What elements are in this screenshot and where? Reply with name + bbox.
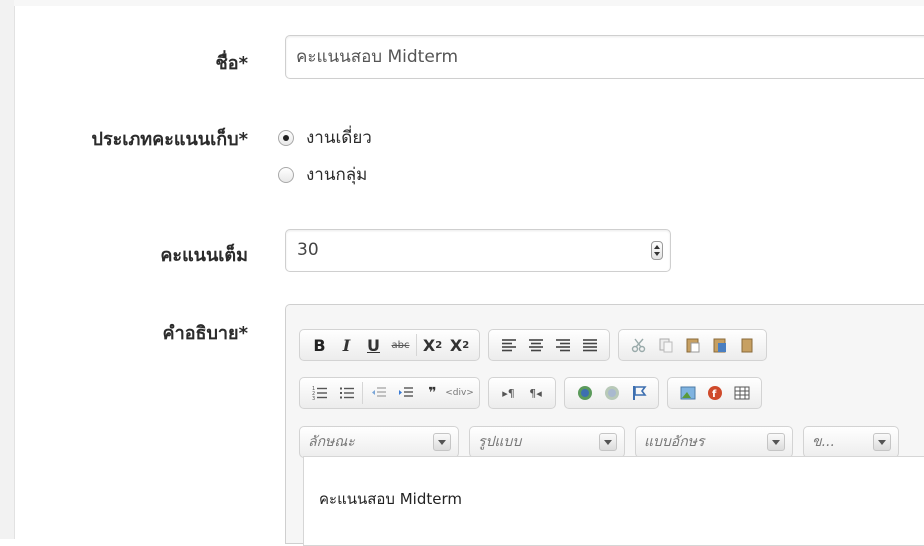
- subscript-button[interactable]: X2: [419, 333, 446, 357]
- radio-button-unchecked[interactable]: [278, 166, 294, 183]
- numbered-list-icon[interactable]: 123: [306, 381, 333, 405]
- radio-option-individual[interactable]: งานเดี่ยว: [278, 124, 372, 151]
- bulleted-list-icon[interactable]: [333, 381, 360, 405]
- cut-icon[interactable]: [625, 333, 652, 357]
- dropdown-arrow-icon[interactable]: [433, 433, 451, 451]
- direction-group: ▸¶ ¶◂: [488, 377, 556, 409]
- paste-word-icon[interactable]: [733, 333, 760, 357]
- radio-button-checked[interactable]: [278, 129, 294, 146]
- description-label: คำอธิบาย*: [162, 323, 248, 344]
- radio-option-group[interactable]: งานกลุ่ม: [278, 161, 367, 188]
- separator: [362, 382, 363, 404]
- format-dropdown-label: รูปแบบ: [478, 434, 522, 450]
- dropdown-arrow-icon[interactable]: [873, 433, 891, 451]
- bold-button[interactable]: B: [306, 333, 333, 357]
- number-stepper[interactable]: [651, 241, 663, 260]
- name-label: ชื่อ*: [215, 53, 248, 74]
- editor-content-area[interactable]: คะแนนสอบ Midterm: [303, 456, 924, 546]
- top-edge: [14, 0, 924, 6]
- align-justify-icon[interactable]: [576, 333, 603, 357]
- styles-dropdown-label: ลักษณะ: [308, 434, 355, 450]
- blockquote-icon[interactable]: ❞: [419, 381, 446, 405]
- align-right-icon[interactable]: [549, 333, 576, 357]
- editor-toolbar-row-3: ลักษณะ รูปแบบ แบบอักษร ข...: [299, 426, 909, 458]
- unlink-icon[interactable]: [598, 381, 625, 405]
- align-left-icon[interactable]: [495, 333, 522, 357]
- create-div-icon[interactable]: <div>: [445, 381, 474, 405]
- left-panel-edge: [0, 0, 15, 539]
- list-group: 123 ❞ <div>: [299, 377, 480, 409]
- editor-content-text: คะแนนสอบ Midterm: [319, 490, 462, 508]
- rtl-icon[interactable]: ¶◂: [522, 381, 549, 405]
- align-group: [488, 329, 610, 361]
- italic-button[interactable]: I: [333, 333, 360, 357]
- flash-icon[interactable]: f: [701, 381, 728, 405]
- outdent-icon[interactable]: [365, 381, 392, 405]
- name-input[interactable]: คะแนนสอบ Midterm: [285, 35, 924, 79]
- full-score-value: 30: [297, 240, 319, 260]
- full-score-label: คะแนนเต็ม: [160, 245, 248, 266]
- stepper-up-icon[interactable]: [654, 245, 660, 249]
- size-dropdown[interactable]: ข...: [803, 426, 899, 458]
- dropdown-arrow-icon[interactable]: [599, 433, 617, 451]
- align-center-icon[interactable]: [522, 333, 549, 357]
- svg-text:3: 3: [312, 396, 315, 400]
- font-dropdown[interactable]: แบบอักษร: [635, 426, 793, 458]
- paste-icon[interactable]: [679, 333, 706, 357]
- indent-icon[interactable]: [392, 381, 419, 405]
- svg-text:f: f: [712, 389, 717, 400]
- full-score-input[interactable]: 30: [285, 229, 671, 272]
- link-icon[interactable]: [571, 381, 598, 405]
- image-icon[interactable]: [674, 381, 701, 405]
- size-dropdown-label: ข...: [812, 434, 835, 450]
- anchor-flag-icon[interactable]: [625, 381, 652, 405]
- stepper-down-icon[interactable]: [654, 252, 660, 256]
- styles-dropdown[interactable]: ลักษณะ: [299, 426, 459, 458]
- copy-icon[interactable]: [652, 333, 679, 357]
- editor-toolbar-row-2: 123 ❞ <div> ▸¶ ¶◂ f: [299, 377, 762, 409]
- editor-toolbar-row-1: B I U abc X2 X2: [299, 329, 767, 361]
- separator: [416, 334, 417, 356]
- radio-label-individual: งานเดี่ยว: [306, 128, 372, 148]
- insert-group: f: [667, 377, 762, 409]
- superscript-button[interactable]: X2: [446, 333, 473, 357]
- dropdown-arrow-icon[interactable]: [767, 433, 785, 451]
- table-icon[interactable]: [728, 381, 755, 405]
- strikethrough-button[interactable]: abc: [387, 333, 414, 357]
- rich-text-editor[interactable]: B I U abc X2 X2 1 2 3 ❞ <div> ▸¶ ¶◂ f ลั…: [285, 304, 924, 546]
- format-group: B I U abc X2 X2: [299, 329, 480, 361]
- ltr-icon[interactable]: ▸¶: [495, 381, 522, 405]
- radio-label-group: งานกลุ่ม: [306, 165, 368, 185]
- clipboard-group: [618, 329, 767, 361]
- format-dropdown[interactable]: รูปแบบ: [469, 426, 625, 458]
- underline-button[interactable]: U: [360, 333, 387, 357]
- font-dropdown-label: แบบอักษร: [644, 434, 705, 450]
- score-type-label: ประเภทคะแนนเก็บ*: [91, 129, 248, 150]
- paste-text-icon[interactable]: [706, 333, 733, 357]
- link-group: [564, 377, 659, 409]
